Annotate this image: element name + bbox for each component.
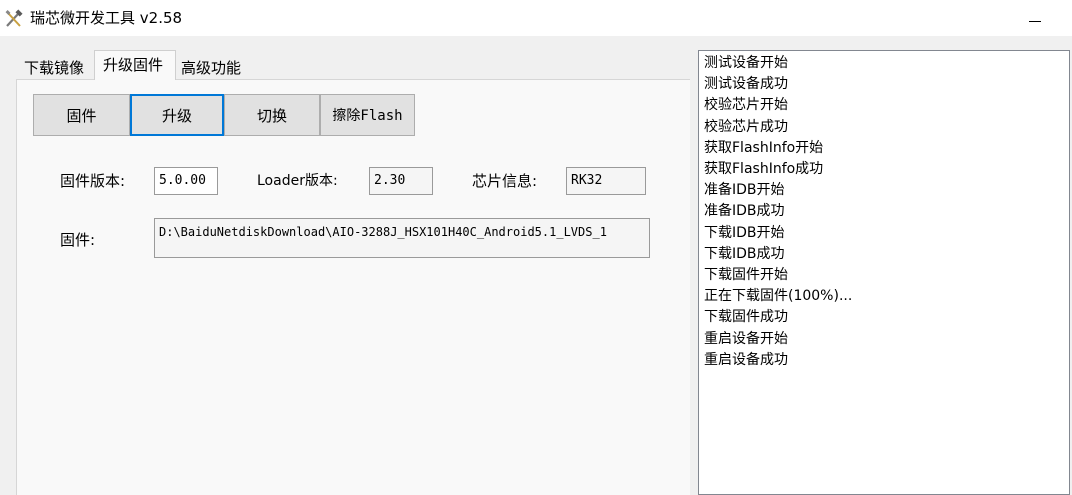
log-line: 校验芯片成功 <box>704 118 788 135</box>
minimize-icon[interactable] <box>1020 4 1050 32</box>
tools-icon <box>5 9 23 27</box>
firmware-version-field[interactable]: 5.0.00 <box>154 167 218 195</box>
firmware-button[interactable]: 固件 <box>33 94 130 136</box>
upgrade-button[interactable]: 升级 <box>130 94 224 136</box>
log-line: 准备IDB开始 <box>704 182 785 199</box>
switch-button[interactable]: 切换 <box>224 94 320 136</box>
tab-advanced-features[interactable]: 高级功能 <box>181 58 241 78</box>
window-title: 瑞芯微开发工具 v2.58 <box>30 9 183 27</box>
log-line: 获取FlashInfo开始 <box>704 139 824 156</box>
log-line: 重启设备成功 <box>704 351 788 368</box>
tab-upgrade-firmware[interactable]: 升级固件 <box>94 50 176 80</box>
title-bar[interactable]: 瑞芯微开发工具 v2.58 <box>0 0 1072 36</box>
chip-info-label: 芯片信息: <box>472 172 538 190</box>
upgrade-firmware-panel <box>16 79 690 495</box>
erase-flash-button[interactable]: 擦除Flash <box>320 94 415 136</box>
log-line: 校验芯片开始 <box>704 97 788 114</box>
log-line: 下载固件成功 <box>704 309 788 326</box>
firmware-version-label: 固件版本: <box>60 172 126 190</box>
log-line: 重启设备开始 <box>704 330 788 347</box>
log-line: 测试设备成功 <box>704 76 788 93</box>
firmware-path-label: 固件: <box>60 231 96 249</box>
log-line: 下载IDB开始 <box>704 224 785 241</box>
log-line: 获取FlashInfo成功 <box>704 161 824 178</box>
log-line: 下载IDB成功 <box>704 245 785 262</box>
log-line: 测试设备开始 <box>704 55 788 71</box>
log-line: 正在下载固件(100%)... <box>704 288 853 305</box>
loader-version-field[interactable]: 2.30 <box>369 167 433 195</box>
log-line: 准备IDB成功 <box>704 203 785 220</box>
firmware-path-field[interactable]: D:\BaiduNetdiskDownload\AIO-3288J_HSX101… <box>154 218 650 258</box>
log-list[interactable]: 测试设备开始 测试设备成功 校验芯片开始 校验芯片成功 获取FlashInfo开… <box>698 50 1070 495</box>
chip-info-field[interactable]: RK32 <box>566 167 646 195</box>
tab-download-image[interactable]: 下载镜像 <box>24 58 84 78</box>
loader-version-label: Loader版本: <box>257 173 338 189</box>
log-line: 下载固件开始 <box>704 267 788 284</box>
